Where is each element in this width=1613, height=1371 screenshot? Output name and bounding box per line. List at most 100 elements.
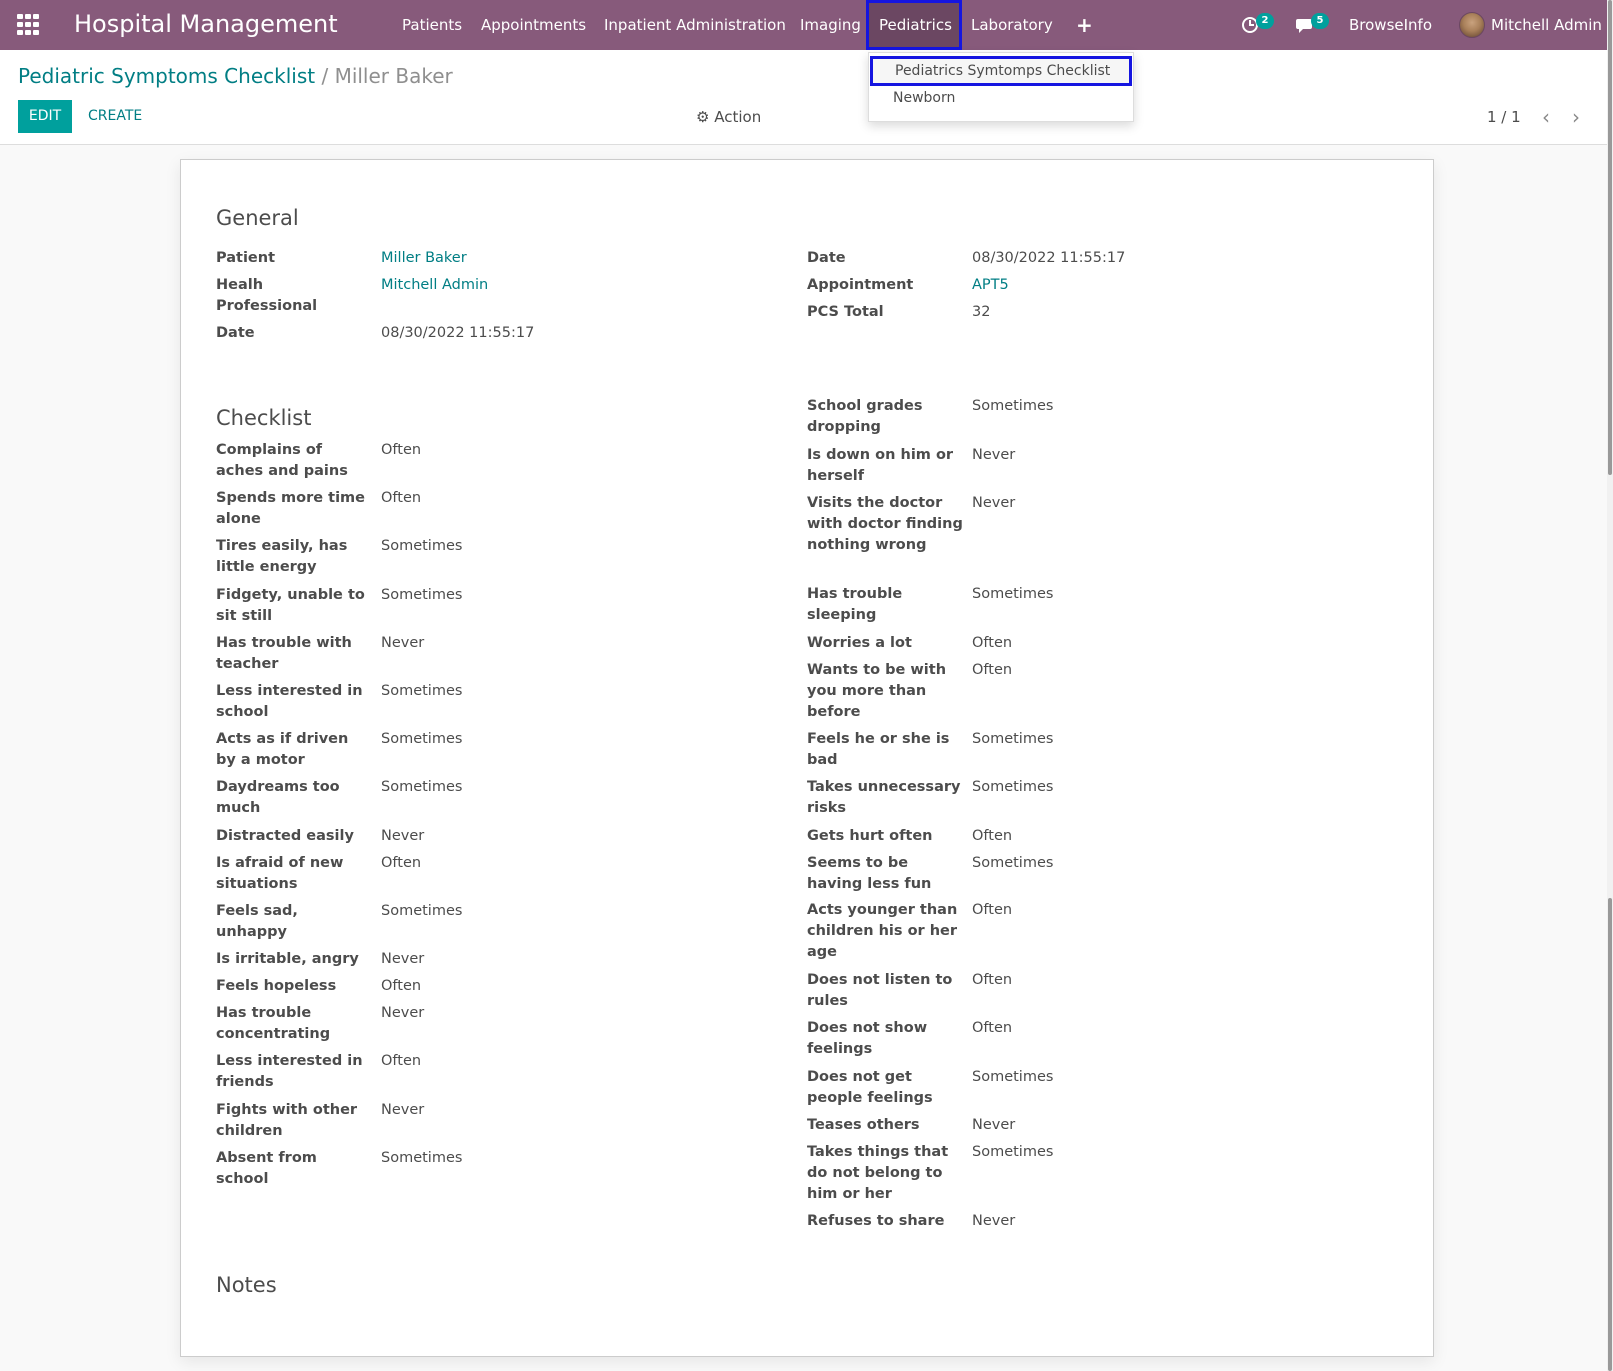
- menu-pediatrics[interactable]: Pediatrics: [866, 0, 962, 50]
- health-professional-link[interactable]: Mitchell Admin: [381, 275, 488, 296]
- patient-link[interactable]: Miller Baker: [381, 248, 467, 269]
- pager-value[interactable]: 1 / 1: [1487, 108, 1521, 126]
- checklist-label: Has trouble with teacher: [216, 635, 352, 672]
- section-general-title: General: [216, 206, 299, 230]
- breadcrumb-current: Miller Baker: [334, 64, 453, 88]
- checklist-value: Never: [381, 828, 425, 844]
- field-label: Date: [807, 250, 846, 266]
- checklist-label: Takes things that do not belong to him o…: [807, 1144, 949, 1202]
- checklist-value: Sometimes: [381, 683, 463, 699]
- checklist-label: Tires easily, has little energy: [216, 538, 348, 575]
- checklist-value: Never: [972, 1117, 1016, 1133]
- checklist-value: Sometimes: [381, 1150, 463, 1166]
- top-navbar: Hospital Management Patients Appointment…: [0, 0, 1613, 50]
- activity-count-badge: 2: [1256, 13, 1274, 29]
- checklist-label: Feels hopeless: [216, 978, 337, 994]
- appointment-link[interactable]: APT5: [972, 275, 1009, 296]
- checklist-label: Teases others: [807, 1117, 920, 1133]
- checklist-label: Acts younger than children his or her ag…: [807, 902, 958, 960]
- checklist-value: Never: [972, 447, 1016, 463]
- checklist-label: Is down on him or herself: [807, 447, 954, 484]
- menu-patients[interactable]: Patients: [392, 0, 472, 50]
- field-label: Date: [216, 325, 255, 341]
- edit-button[interactable]: EDIT: [18, 100, 72, 133]
- section-checklist-title: Checklist: [216, 406, 312, 430]
- checklist-value: Never: [972, 1213, 1016, 1229]
- add-menu-icon[interactable]: +: [1076, 13, 1093, 37]
- checklist-label: Distracted easily: [216, 828, 354, 844]
- checklist-label: Daydreams too much: [216, 779, 340, 816]
- checklist-label: Has trouble concentrating: [216, 1005, 331, 1042]
- checklist-value: Sometimes: [381, 903, 463, 919]
- checklist-label: Absent from school: [216, 1150, 317, 1187]
- checklist-value: Often: [972, 1020, 1013, 1036]
- checklist-value: Never: [381, 1005, 425, 1021]
- checklist-label: Fights with other children: [216, 1102, 358, 1139]
- checklist-value: Sometimes: [972, 855, 1054, 871]
- app-brand[interactable]: Hospital Management: [74, 10, 338, 38]
- scrollbar-thumb[interactable]: [1608, 898, 1612, 1371]
- checklist-value: Often: [381, 855, 422, 871]
- checklist-value: Often: [972, 902, 1013, 918]
- checklist-label: Feels he or she is bad: [807, 731, 950, 768]
- breadcrumb-separator: /: [321, 64, 329, 88]
- checklist-value: Never: [381, 951, 425, 967]
- user-avatar[interactable]: [1459, 12, 1485, 38]
- checklist-value: Never: [972, 495, 1016, 511]
- checklist-label: School grades dropping: [807, 398, 923, 435]
- checklist-value: Often: [972, 828, 1013, 844]
- gear-icon: ⚙: [696, 108, 710, 126]
- checklist-value: Sometimes: [972, 586, 1054, 602]
- checklist-label: Spends more time alone: [216, 490, 365, 527]
- checklist-value: Never: [381, 635, 425, 651]
- checklist-label: Does not listen to rules: [807, 972, 953, 1009]
- checklist-value: Sometimes: [972, 779, 1054, 795]
- breadcrumb-parent[interactable]: Pediatric Symptoms Checklist: [18, 64, 315, 88]
- action-menu[interactable]: ⚙ Action: [696, 108, 761, 126]
- messages-count-badge: 5: [1311, 13, 1329, 29]
- menu-laboratory[interactable]: Laboratory: [961, 0, 1063, 50]
- field-value: 08/30/2022 11:55:17: [381, 325, 535, 341]
- checklist-value: Sometimes: [972, 1069, 1054, 1085]
- dropdown-item-checklist[interactable]: Pediatrics Symtomps Checklist: [870, 56, 1132, 86]
- dropdown-item-newborn[interactable]: Newborn: [893, 90, 955, 106]
- checklist-label: Does not show feelings: [807, 1020, 928, 1057]
- pager-next-icon[interactable]: ›: [1572, 105, 1580, 129]
- checklist-value: Often: [381, 1053, 422, 1069]
- apps-menu-icon[interactable]: [17, 14, 39, 36]
- checklist-value: Often: [972, 972, 1013, 988]
- pager-previous-icon[interactable]: ‹: [1542, 105, 1550, 129]
- checklist-value: Often: [381, 978, 422, 994]
- checklist-label: Wants to be with you more than before: [807, 662, 947, 720]
- checklist-value: Sometimes: [381, 779, 463, 795]
- checklist-label: Takes unnecessary risks: [807, 779, 961, 816]
- checklist-value: Never: [381, 1102, 425, 1118]
- company-switcher[interactable]: BrowseInfo: [1349, 0, 1432, 50]
- create-button[interactable]: CREATE: [88, 100, 142, 133]
- pediatrics-dropdown: Pediatrics Symtomps Checklist Newborn: [868, 52, 1134, 122]
- field-label: Appointment: [807, 277, 914, 293]
- user-menu[interactable]: Mitchell Admin: [1491, 0, 1602, 50]
- field-label: Healh Professional: [216, 277, 318, 314]
- checklist-value: Sometimes: [972, 398, 1054, 414]
- checklist-value: Often: [972, 662, 1013, 678]
- checklist-label: Seems to be having less fun: [807, 855, 932, 892]
- checklist-label: Less interested in school: [216, 683, 363, 720]
- checklist-label: Fidgety, unable to sit still: [216, 587, 365, 624]
- menu-appointments[interactable]: Appointments: [471, 0, 596, 50]
- checklist-label: Less interested in friends: [216, 1053, 363, 1090]
- checklist-value: Often: [381, 490, 422, 506]
- field-value: 32: [972, 304, 991, 320]
- checklist-value: Sometimes: [381, 538, 463, 554]
- checklist-value: Sometimes: [972, 1144, 1054, 1160]
- checklist-label: Gets hurt often: [807, 828, 933, 844]
- checklist-label: Worries a lot: [807, 635, 912, 651]
- scrollbar-thumb[interactable]: [1608, 0, 1612, 475]
- field-label: Patient: [216, 250, 276, 266]
- checklist-label: Has trouble sleeping: [807, 586, 903, 623]
- checklist-value: Sometimes: [381, 587, 463, 603]
- section-notes-title: Notes: [216, 1273, 277, 1297]
- menu-inpatient-administration[interactable]: Inpatient Administration: [594, 0, 796, 50]
- menu-imaging[interactable]: Imaging: [790, 0, 871, 50]
- checklist-label: Is irritable, angry: [216, 951, 359, 967]
